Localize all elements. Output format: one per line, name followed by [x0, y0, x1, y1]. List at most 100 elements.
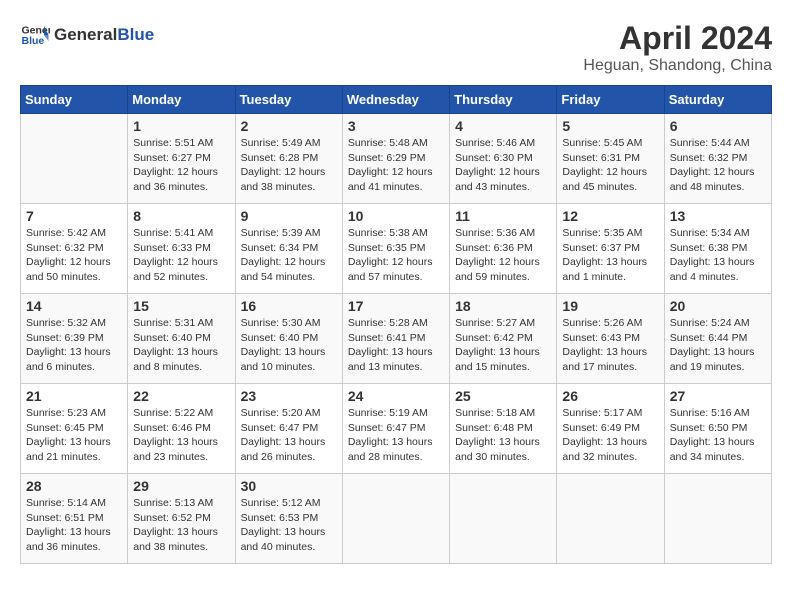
- day-number: 2: [241, 118, 337, 134]
- day-number: 9: [241, 208, 337, 224]
- calendar-cell: 17 Sunrise: 5:28 AMSunset: 6:41 PMDayligh…: [342, 294, 449, 384]
- location-title: Heguan, Shandong, China: [583, 57, 772, 75]
- day-info: Sunrise: 5:46 AMSunset: 6:30 PMDaylight:…: [455, 136, 551, 195]
- day-info: Sunrise: 5:27 AMSunset: 6:42 PMDaylight:…: [455, 316, 551, 375]
- calendar-cell: [450, 474, 557, 564]
- calendar-cell: 6 Sunrise: 5:44 AMSunset: 6:32 PMDaylight…: [664, 114, 771, 204]
- day-number: 29: [133, 478, 229, 494]
- header: General Blue General Blue April 2024 Heg…: [20, 20, 772, 75]
- day-info: Sunrise: 5:44 AMSunset: 6:32 PMDaylight:…: [670, 136, 766, 195]
- calendar-cell: 20 Sunrise: 5:24 AMSunset: 6:44 PMDayligh…: [664, 294, 771, 384]
- day-info: Sunrise: 5:16 AMSunset: 6:50 PMDaylight:…: [670, 406, 766, 465]
- calendar-cell: [557, 474, 664, 564]
- day-number: 24: [348, 388, 444, 404]
- day-number: 21: [26, 388, 122, 404]
- weekday-header-saturday: Saturday: [664, 86, 771, 114]
- calendar-cell: 3 Sunrise: 5:48 AMSunset: 6:29 PMDaylight…: [342, 114, 449, 204]
- day-number: 1: [133, 118, 229, 134]
- day-info: Sunrise: 5:22 AMSunset: 6:46 PMDaylight:…: [133, 406, 229, 465]
- day-number: 28: [26, 478, 122, 494]
- day-info: Sunrise: 5:24 AMSunset: 6:44 PMDaylight:…: [670, 316, 766, 375]
- calendar-cell: 8 Sunrise: 5:41 AMSunset: 6:33 PMDaylight…: [128, 204, 235, 294]
- logo-blue: Blue: [117, 25, 154, 45]
- calendar-cell: 5 Sunrise: 5:45 AMSunset: 6:31 PMDaylight…: [557, 114, 664, 204]
- day-number: 8: [133, 208, 229, 224]
- month-title: April 2024: [583, 20, 772, 57]
- calendar-cell: 15 Sunrise: 5:31 AMSunset: 6:40 PMDayligh…: [128, 294, 235, 384]
- calendar-week-4: 21 Sunrise: 5:23 AMSunset: 6:45 PMDayligh…: [21, 384, 772, 474]
- day-number: 18: [455, 298, 551, 314]
- day-info: Sunrise: 5:28 AMSunset: 6:41 PMDaylight:…: [348, 316, 444, 375]
- day-number: 13: [670, 208, 766, 224]
- day-number: 16: [241, 298, 337, 314]
- day-number: 4: [455, 118, 551, 134]
- day-info: Sunrise: 5:32 AMSunset: 6:39 PMDaylight:…: [26, 316, 122, 375]
- weekday-header-sunday: Sunday: [21, 86, 128, 114]
- calendar-cell: [664, 474, 771, 564]
- day-number: 17: [348, 298, 444, 314]
- calendar-cell: 14 Sunrise: 5:32 AMSunset: 6:39 PMDayligh…: [21, 294, 128, 384]
- day-number: 20: [670, 298, 766, 314]
- day-info: Sunrise: 5:38 AMSunset: 6:35 PMDaylight:…: [348, 226, 444, 285]
- calendar-cell: 19 Sunrise: 5:26 AMSunset: 6:43 PMDayligh…: [557, 294, 664, 384]
- day-info: Sunrise: 5:14 AMSunset: 6:51 PMDaylight:…: [26, 496, 122, 555]
- calendar-cell: 12Sunrise: 5:35 AMSunset: 6:37 PMDayligh…: [557, 204, 664, 294]
- logo: General Blue General Blue: [20, 20, 154, 50]
- day-number: 26: [562, 388, 658, 404]
- calendar-cell: 18 Sunrise: 5:27 AMSunset: 6:42 PMDayligh…: [450, 294, 557, 384]
- day-number: 3: [348, 118, 444, 134]
- calendar-cell: 13 Sunrise: 5:34 AMSunset: 6:38 PMDayligh…: [664, 204, 771, 294]
- calendar-cell: 16 Sunrise: 5:30 AMSunset: 6:40 PMDayligh…: [235, 294, 342, 384]
- calendar-cell: 27 Sunrise: 5:16 AMSunset: 6:50 PMDayligh…: [664, 384, 771, 474]
- day-info: Sunrise: 5:35 AMSunset: 6:37 PMDaylight:…: [562, 226, 658, 285]
- day-number: 11: [455, 208, 551, 224]
- calendar-cell: [342, 474, 449, 564]
- day-info: Sunrise: 5:49 AMSunset: 6:28 PMDaylight:…: [241, 136, 337, 195]
- day-number: 30: [241, 478, 337, 494]
- calendar-cell: 10 Sunrise: 5:38 AMSunset: 6:35 PMDayligh…: [342, 204, 449, 294]
- day-info: Sunrise: 5:20 AMSunset: 6:47 PMDaylight:…: [241, 406, 337, 465]
- day-info: Sunrise: 5:41 AMSunset: 6:33 PMDaylight:…: [133, 226, 229, 285]
- day-info: Sunrise: 5:48 AMSunset: 6:29 PMDaylight:…: [348, 136, 444, 195]
- calendar-week-5: 28 Sunrise: 5:14 AMSunset: 6:51 PMDayligh…: [21, 474, 772, 564]
- day-info: Sunrise: 5:39 AMSunset: 6:34 PMDaylight:…: [241, 226, 337, 285]
- day-number: 27: [670, 388, 766, 404]
- calendar-cell: 26Sunrise: 5:17 AMSunset: 6:49 PMDayligh…: [557, 384, 664, 474]
- day-info: Sunrise: 5:12 AMSunset: 6:53 PMDaylight:…: [241, 496, 337, 555]
- day-info: Sunrise: 5:45 AMSunset: 6:31 PMDaylight:…: [562, 136, 658, 195]
- calendar-cell: 9 Sunrise: 5:39 AMSunset: 6:34 PMDaylight…: [235, 204, 342, 294]
- calendar-cell: 7Sunrise: 5:42 AMSunset: 6:32 PMDaylight…: [21, 204, 128, 294]
- calendar-table: SundayMondayTuesdayWednesdayThursdayFrid…: [20, 85, 772, 564]
- calendar-cell: 24 Sunrise: 5:19 AMSunset: 6:47 PMDayligh…: [342, 384, 449, 474]
- calendar-cell: 21 Sunrise: 5:23 AMSunset: 6:45 PMDayligh…: [21, 384, 128, 474]
- svg-text:Blue: Blue: [22, 35, 45, 47]
- calendar-cell: 28 Sunrise: 5:14 AMSunset: 6:51 PMDayligh…: [21, 474, 128, 564]
- day-number: 19: [562, 298, 658, 314]
- day-info: Sunrise: 5:34 AMSunset: 6:38 PMDaylight:…: [670, 226, 766, 285]
- calendar-cell: 11 Sunrise: 5:36 AMSunset: 6:36 PMDayligh…: [450, 204, 557, 294]
- day-info: Sunrise: 5:26 AMSunset: 6:43 PMDaylight:…: [562, 316, 658, 375]
- calendar-cell: 30 Sunrise: 5:12 AMSunset: 6:53 PMDayligh…: [235, 474, 342, 564]
- calendar-cell: 22 Sunrise: 5:22 AMSunset: 6:46 PMDayligh…: [128, 384, 235, 474]
- day-number: 22: [133, 388, 229, 404]
- day-number: 6: [670, 118, 766, 134]
- day-info: Sunrise: 5:23 AMSunset: 6:45 PMDaylight:…: [26, 406, 122, 465]
- calendar-cell: 29 Sunrise: 5:13 AMSunset: 6:52 PMDayligh…: [128, 474, 235, 564]
- calendar-cell: [21, 114, 128, 204]
- calendar-cell: 25Sunrise: 5:18 AMSunset: 6:48 PMDayligh…: [450, 384, 557, 474]
- calendar-cell: 1Sunrise: 5:51 AMSunset: 6:27 PMDaylight…: [128, 114, 235, 204]
- day-number: 14: [26, 298, 122, 314]
- day-info: Sunrise: 5:30 AMSunset: 6:40 PMDaylight:…: [241, 316, 337, 375]
- day-info: Sunrise: 5:36 AMSunset: 6:36 PMDaylight:…: [455, 226, 551, 285]
- day-number: 5: [562, 118, 658, 134]
- day-number: 7: [26, 208, 122, 224]
- day-number: 15: [133, 298, 229, 314]
- day-info: Sunrise: 5:31 AMSunset: 6:40 PMDaylight:…: [133, 316, 229, 375]
- day-info: Sunrise: 5:19 AMSunset: 6:47 PMDaylight:…: [348, 406, 444, 465]
- calendar-cell: 4 Sunrise: 5:46 AMSunset: 6:30 PMDaylight…: [450, 114, 557, 204]
- weekday-header-thursday: Thursday: [450, 86, 557, 114]
- day-info: Sunrise: 5:18 AMSunset: 6:48 PMDaylight:…: [455, 406, 551, 465]
- day-info: Sunrise: 5:13 AMSunset: 6:52 PMDaylight:…: [133, 496, 229, 555]
- day-number: 10: [348, 208, 444, 224]
- calendar-week-2: 7Sunrise: 5:42 AMSunset: 6:32 PMDaylight…: [21, 204, 772, 294]
